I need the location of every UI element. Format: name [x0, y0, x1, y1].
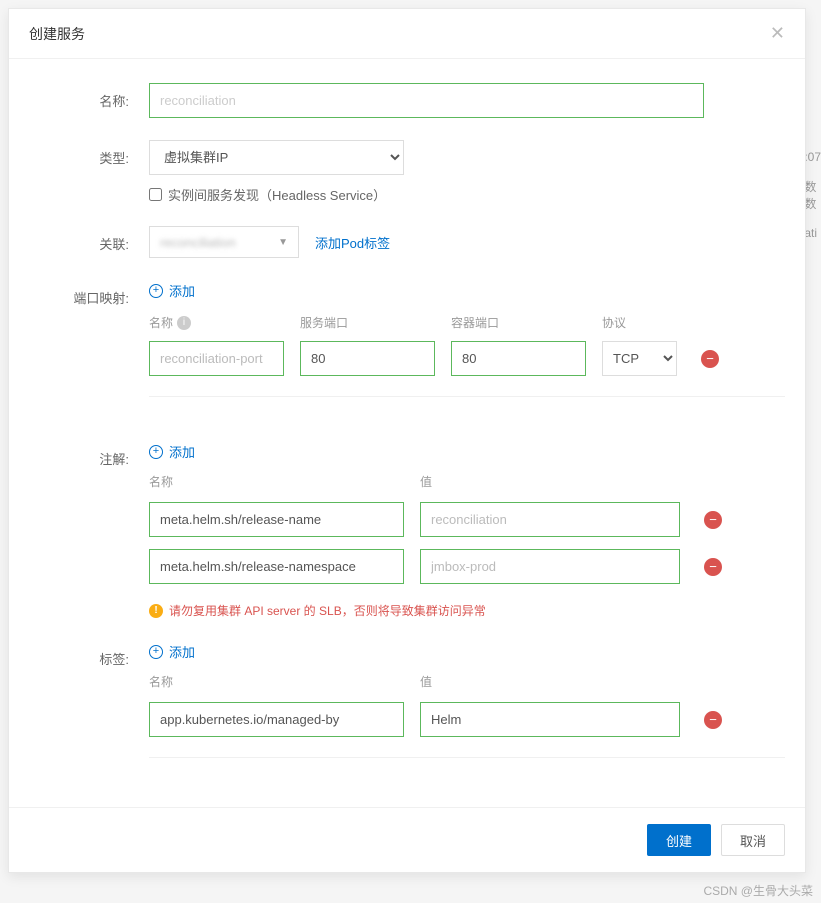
add-annotation-button[interactable]: + 添加	[149, 442, 195, 461]
remove-tag-icon[interactable]: −	[704, 711, 722, 729]
port-header-service: 服务端口	[300, 314, 435, 331]
ann-name-input[interactable]	[149, 549, 404, 584]
container-port-input[interactable]	[451, 341, 586, 376]
remove-annotation-icon[interactable]: −	[704, 511, 722, 529]
tag-header-name: 名称	[149, 673, 404, 690]
plus-icon: +	[149, 284, 163, 298]
plus-icon: +	[149, 445, 163, 459]
port-mapping-label: 端口映射:	[29, 280, 149, 419]
modal-footer: 创建 取消	[9, 807, 805, 872]
ann-value-input[interactable]	[420, 502, 680, 537]
plus-icon: +	[149, 645, 163, 659]
annotation-label: 注解:	[29, 441, 149, 619]
tag-row: −	[149, 702, 785, 737]
warning-message: ! 请勿复用集群 API server 的 SLB，否则将导致集群访问异常	[149, 602, 785, 619]
remove-port-icon[interactable]: −	[701, 350, 719, 368]
ann-header-name: 名称	[149, 473, 404, 490]
headless-label: 实例间服务发现（Headless Service）	[168, 185, 386, 204]
background-text: :07数数ati	[804, 150, 821, 240]
tag-header-value: 值	[420, 673, 680, 690]
service-port-input[interactable]	[300, 341, 435, 376]
confirm-button[interactable]: 创建	[647, 824, 711, 856]
type-label: 类型:	[29, 140, 149, 204]
add-port-button[interactable]: + 添加	[149, 281, 195, 300]
modal-header: 创建服务 ✕	[9, 9, 805, 59]
name-label: 名称:	[29, 83, 149, 118]
tag-name-input[interactable]	[149, 702, 404, 737]
tags-label: 标签:	[29, 641, 149, 780]
port-row: TCP −	[149, 341, 785, 376]
type-select[interactable]: 虚拟集群IP	[149, 140, 404, 175]
port-header-container: 容器端口	[451, 314, 586, 331]
add-pod-label-link[interactable]: 添加Pod标签	[315, 233, 390, 252]
watermark: CSDN @生骨大头菜	[703, 882, 813, 899]
relation-label: 关联:	[29, 226, 149, 258]
port-header-protocol: 协议	[602, 314, 677, 331]
chevron-down-icon: ▼	[278, 237, 288, 248]
headless-checkbox[interactable]	[149, 188, 162, 201]
annotation-row: −	[149, 502, 785, 537]
tag-value-input[interactable]	[420, 702, 680, 737]
add-tag-button[interactable]: + 添加	[149, 642, 195, 661]
create-service-modal: 创建服务 ✕ 名称: 类型: 虚拟集群IP 实例间服务发现（Headless S…	[8, 8, 806, 873]
modal-body: 名称: 类型: 虚拟集群IP 实例间服务发现（Headless Service）…	[9, 59, 805, 807]
warning-icon: !	[149, 604, 163, 618]
name-input[interactable]	[149, 83, 704, 118]
close-icon[interactable]: ✕	[770, 23, 785, 44]
cancel-button[interactable]: 取消	[721, 824, 785, 856]
ann-header-value: 值	[420, 473, 680, 490]
remove-annotation-icon[interactable]: −	[704, 558, 722, 576]
info-icon: i	[177, 316, 191, 330]
annotation-row: −	[149, 549, 785, 584]
ann-value-input[interactable]	[420, 549, 680, 584]
port-header-name: 名称	[149, 314, 173, 331]
relation-dropdown[interactable]: reconciliation ▼	[149, 226, 299, 258]
protocol-select[interactable]: TCP	[602, 341, 677, 376]
port-name-input[interactable]	[149, 341, 284, 376]
modal-title: 创建服务	[29, 24, 85, 44]
ann-name-input[interactable]	[149, 502, 404, 537]
